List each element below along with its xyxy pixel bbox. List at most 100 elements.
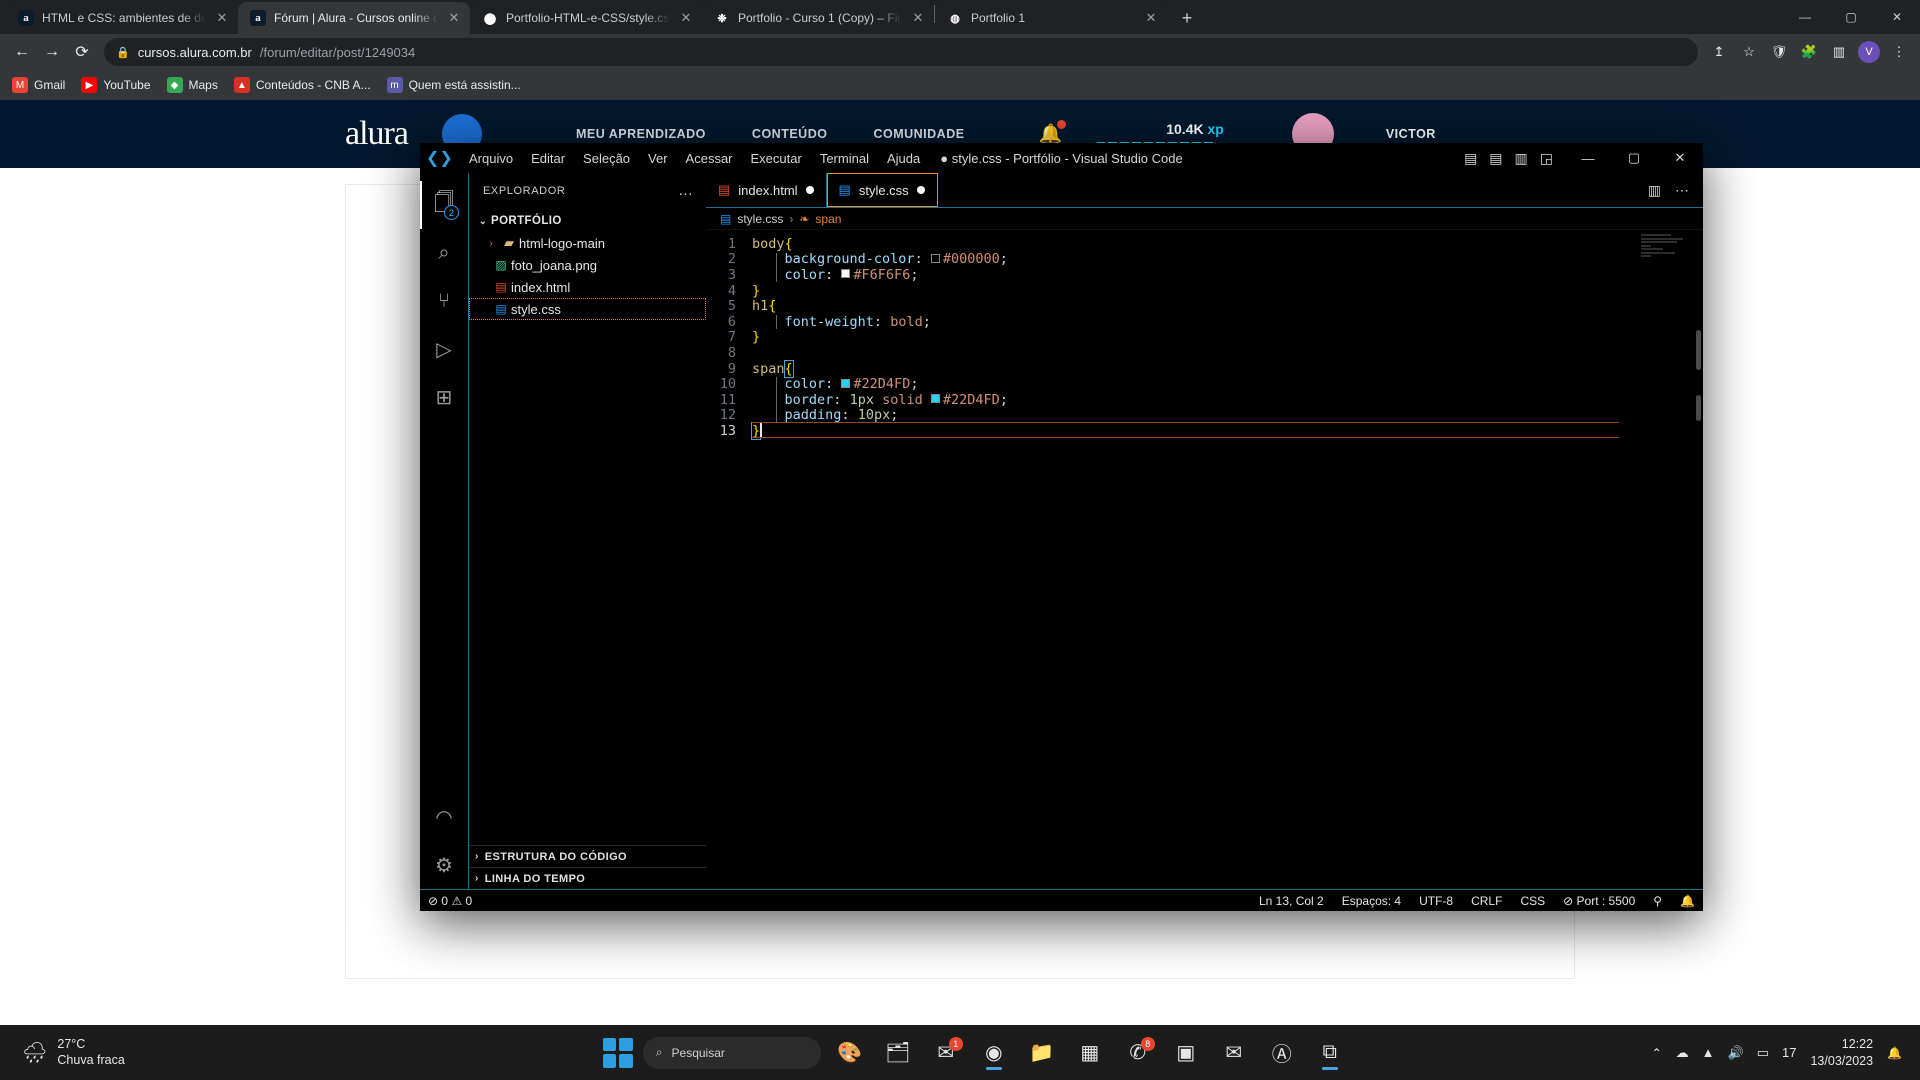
mail-icon[interactable]: ✉ xyxy=(1215,1034,1253,1072)
file-explorer-icon[interactable]: 🗂 xyxy=(879,1034,917,1072)
split-editor-icon[interactable]: ▥ xyxy=(1648,182,1661,199)
folder-icon[interactable]: 📁 xyxy=(1023,1034,1061,1072)
tree-item-foto-joana[interactable]: ▨ foto_joana.png xyxy=(469,254,706,276)
search-icon[interactable]: ⌕ xyxy=(420,229,468,277)
broadcast-icon[interactable]: ⚲ xyxy=(1653,894,1662,908)
code-line[interactable]: 1 body{ xyxy=(706,236,1703,252)
nav-meu-aprendizado[interactable]: MEU APRENDIZADO xyxy=(576,127,706,141)
minimize-button[interactable]: — xyxy=(1565,143,1611,173)
code-line[interactable]: 12 padding: 10px; xyxy=(706,407,1703,423)
settings-gear-icon[interactable]: ⚙ xyxy=(420,841,468,889)
close-tab-icon[interactable]: ✕ xyxy=(214,10,230,26)
puzzle-icon[interactable]: 🧩 xyxy=(1796,39,1822,65)
wifi-icon[interactable]: ▲ xyxy=(1702,1045,1715,1060)
explorer-icon[interactable]: 🗍 2 xyxy=(420,181,468,229)
panel-bottom-icon[interactable]: ▤ xyxy=(1489,150,1502,167)
color-swatch[interactable] xyxy=(841,269,851,279)
maximize-button[interactable]: ▢ xyxy=(1611,143,1657,173)
panel-left-icon[interactable]: ▤ xyxy=(1464,150,1477,167)
paint-icon[interactable]: 🎨 xyxy=(831,1034,869,1072)
close-tab-icon[interactable]: ✕ xyxy=(446,10,462,26)
run-debug-icon[interactable]: ▷ xyxy=(420,325,468,373)
dirty-indicator-icon[interactable] xyxy=(805,186,814,194)
browser-tab-1[interactable]: a Fórum | Alura - Cursos online de ✕ xyxy=(238,2,470,34)
menu-arquivo[interactable]: Arquivo xyxy=(460,147,522,170)
reload-button[interactable]: ⟳ xyxy=(68,38,96,66)
bookmark-maps[interactable]: ◆ Maps xyxy=(166,77,218,93)
indentation[interactable]: Espaços: 4 xyxy=(1342,894,1401,908)
menu-acessar[interactable]: Acessar xyxy=(677,147,742,170)
code-line[interactable]: 4} xyxy=(706,283,1703,299)
shield-icon[interactable]: 🛡 xyxy=(1766,39,1792,65)
clock[interactable]: 12:22 13/03/2023 xyxy=(1810,1036,1873,1069)
browser-tab-0[interactable]: a HTML e CSS: ambientes de dese ✕ xyxy=(6,2,238,34)
nav-conteudo[interactable]: CONTEÚDO xyxy=(752,127,828,141)
breadcrumb-file[interactable]: style.css xyxy=(737,212,783,226)
chrome-menu-icon[interactable]: ⋮ xyxy=(1886,39,1912,65)
source-control-icon[interactable]: ⑂ xyxy=(420,277,468,325)
code-line[interactable]: 11 border: 1px solid #22D4FD; xyxy=(706,392,1703,408)
menu-ajuda[interactable]: Ajuda xyxy=(878,147,929,170)
live-server-status[interactable]: ⊘ Port : 5500 xyxy=(1563,894,1635,908)
panel-linha-do-tempo[interactable]: › LINHA DO TEMPO xyxy=(469,867,706,889)
instagram-icon[interactable]: ▣ xyxy=(1167,1034,1205,1072)
menu-terminal[interactable]: Terminal xyxy=(811,147,878,170)
bookmark-youtube[interactable]: ▶ YouTube xyxy=(81,77,151,93)
forward-button[interactable]: → xyxy=(38,38,66,66)
tree-item-html-logo-main[interactable]: › ▰ html-logo-main xyxy=(469,232,706,254)
volume-icon[interactable]: 🔊 xyxy=(1728,1045,1744,1061)
code-line[interactable]: 8 xyxy=(706,345,1703,361)
tree-root-portfolio[interactable]: ⌄ PORTFÓLIO xyxy=(469,210,706,232)
weather-widget[interactable]: 🌧 27°C Chuva fraca xyxy=(0,1037,300,1068)
code-line[interactable]: 3 color: #F6F6F6; xyxy=(706,267,1703,283)
vscode-icon[interactable]: ⧉ xyxy=(1311,1034,1349,1072)
browser-tab-3[interactable]: ❉ Portfolio - Curso 1 (Copy) – Figm ✕ xyxy=(702,2,934,34)
alura-logo[interactable]: alura xyxy=(345,115,409,153)
code-line[interactable]: 6 font-weight: bold; xyxy=(706,314,1703,330)
color-swatch[interactable] xyxy=(930,394,940,404)
store-icon[interactable]: ▦ xyxy=(1071,1034,1109,1072)
user-menu-label[interactable]: VICTOR xyxy=(1386,127,1436,141)
sidepanel-icon[interactable]: ▥ xyxy=(1826,39,1852,65)
nav-comunidade[interactable]: COMUNIDADE xyxy=(873,127,964,141)
code-editor[interactable]: 1 body{2 background-color: #000000; 3 colo… xyxy=(706,230,1703,889)
explorer-more-actions-icon[interactable]: … xyxy=(678,182,694,199)
encoding[interactable]: UTF-8 xyxy=(1419,894,1453,908)
search-input[interactable]: ⌕ Pesquisar xyxy=(642,1036,821,1069)
chrome-icon[interactable]: ◉ xyxy=(975,1034,1013,1072)
language-mode[interactable]: CSS xyxy=(1520,894,1545,908)
close-button[interactable]: ✕ xyxy=(1874,10,1920,24)
notification-bell-icon[interactable]: 🔔 xyxy=(1887,1046,1902,1060)
accounts-icon[interactable]: ◠ xyxy=(420,793,468,841)
maximize-button[interactable]: ▢ xyxy=(1828,10,1874,24)
code-line[interactable]: 2 background-color: #000000; xyxy=(706,251,1703,267)
line-ending[interactable]: CRLF xyxy=(1471,894,1502,908)
layout-grid-icon[interactable]: ◲ xyxy=(1540,150,1553,167)
tray-chevron-up-icon[interactable]: ⌃ xyxy=(1652,1046,1662,1060)
share-icon[interactable]: ↥ xyxy=(1706,39,1732,65)
code-line[interactable]: 7} xyxy=(706,329,1703,345)
outlook-icon[interactable]: ✉ 1 xyxy=(927,1034,965,1072)
close-tab-icon[interactable]: ✕ xyxy=(910,10,926,26)
tree-item-style-css[interactable]: ▤ style.css xyxy=(469,298,706,320)
minimize-button[interactable]: — xyxy=(1782,10,1828,24)
code-line[interactable]: 10 color: #22D4FD; xyxy=(706,376,1703,392)
more-actions-icon[interactable]: ⋯ xyxy=(1675,182,1689,199)
bookmark-quem-esta-assistindo[interactable]: m Quem está assistin... xyxy=(386,77,521,93)
browser-tab-4[interactable]: ◍ Portfolio 1 ✕ xyxy=(935,2,1167,34)
bookmark-conteudos[interactable]: ▲ Conteúdos - CNB A... xyxy=(233,77,371,93)
extensions-icon[interactable]: ⊞ xyxy=(420,373,468,421)
menu-executar[interactable]: Executar xyxy=(742,147,811,170)
cursor-position[interactable]: Ln 13, Col 2 xyxy=(1259,894,1324,908)
battery-icon[interactable]: ▭ xyxy=(1757,1045,1769,1061)
problems-indicator[interactable]: ⊘ 0 ⚠ 0 xyxy=(428,894,472,908)
close-button[interactable]: ✕ xyxy=(1657,143,1703,173)
whatsapp-icon[interactable]: ✆ 8 xyxy=(1119,1034,1157,1072)
menu-selecao[interactable]: Seleção xyxy=(574,147,639,170)
address-bar[interactable]: 🔒 cursos.alura.com.br/forum/editar/post/… xyxy=(104,38,1698,66)
browser-tab-2[interactable]: ⬤ Portfolio-HTML-e-CSS/style.css a ✕ xyxy=(470,2,702,34)
dirty-indicator-icon[interactable] xyxy=(916,186,925,194)
bookmark-gmail[interactable]: M Gmail xyxy=(12,77,65,93)
editor-tab-index-html[interactable]: ▤ index.html xyxy=(706,173,827,207)
close-tab-icon[interactable]: ✕ xyxy=(678,10,694,26)
